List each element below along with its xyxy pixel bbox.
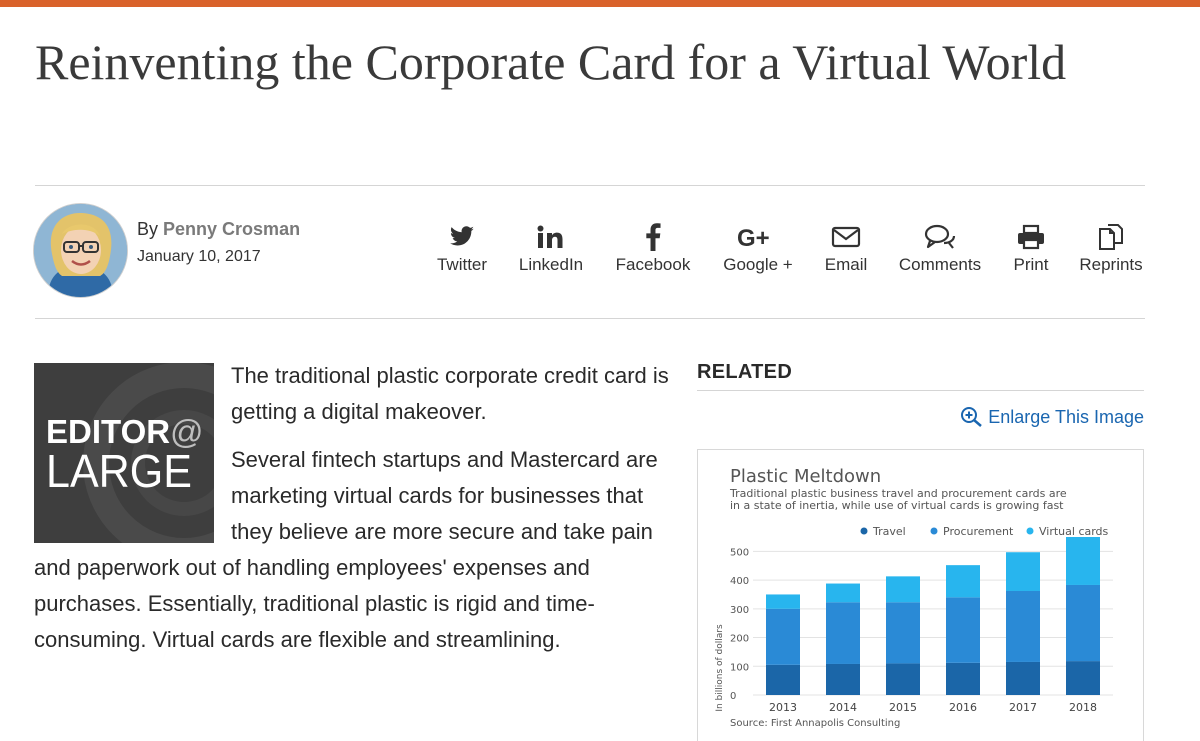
share-reprints-button[interactable]: Reprints bbox=[1074, 220, 1148, 280]
chart-source: Source: First Annapolis Consulting bbox=[730, 718, 900, 729]
y-tick-label: 0 bbox=[730, 691, 736, 702]
x-tick-label: 2013 bbox=[769, 701, 797, 714]
zoom-in-icon bbox=[961, 407, 983, 427]
related-divider bbox=[697, 390, 1144, 391]
bar-segment bbox=[886, 663, 920, 695]
bar-segment bbox=[946, 597, 980, 663]
article-body: The traditional plastic corporate credit… bbox=[34, 358, 674, 670]
bar-segment bbox=[1066, 661, 1100, 695]
share-twitter-button[interactable]: Twitter bbox=[430, 220, 494, 280]
article-title: Reinventing the Corporate Card for a Vir… bbox=[35, 34, 1067, 90]
author-link[interactable]: Penny Crosman bbox=[163, 219, 300, 239]
bar-segment bbox=[1066, 584, 1100, 662]
enlarge-image-link[interactable]: Enlarge This Image bbox=[960, 406, 1144, 428]
legend-label: Procurement bbox=[943, 525, 1014, 538]
x-tick-label: 2014 bbox=[829, 701, 857, 714]
share-google-plus-button[interactable]: G+ Google + bbox=[716, 220, 800, 280]
bar-segment bbox=[1006, 661, 1040, 695]
bar-segment bbox=[886, 602, 920, 664]
y-tick-label: 200 bbox=[730, 634, 749, 645]
top-accent-bar bbox=[0, 0, 1200, 7]
share-label: Twitter bbox=[436, 255, 488, 274]
chart-subtitle-line: in a state of inertia, while use of virt… bbox=[730, 499, 1064, 512]
print-icon bbox=[1018, 224, 1044, 250]
share-facebook-button[interactable]: Facebook bbox=[610, 220, 696, 280]
enlarge-label: Enlarge This Image bbox=[988, 406, 1144, 427]
author-avatar[interactable] bbox=[33, 203, 128, 298]
svg-text:G+: G+ bbox=[737, 225, 770, 250]
share-comments-button[interactable]: Comments bbox=[892, 220, 988, 280]
legend-marker bbox=[930, 527, 938, 535]
share-email-button[interactable]: Email bbox=[818, 220, 874, 280]
share-label: Email bbox=[824, 255, 868, 274]
twitter-icon bbox=[449, 226, 474, 246]
email-icon bbox=[831, 226, 861, 248]
google-plus-icon: G+ bbox=[737, 225, 770, 250]
legend-marker bbox=[1026, 527, 1034, 535]
legend-label: Travel bbox=[872, 525, 906, 538]
bar-segment bbox=[766, 608, 800, 665]
linkedin-icon bbox=[537, 225, 563, 248]
reprints-icon bbox=[1099, 224, 1123, 250]
publish-date: January 10, 2017 bbox=[137, 248, 261, 265]
share-label: Facebook bbox=[615, 255, 691, 274]
related-chart-image[interactable]: Plastic Meltdown Traditional plastic bus… bbox=[697, 449, 1144, 741]
bar-segment bbox=[826, 602, 860, 664]
x-tick-label: 2015 bbox=[889, 701, 917, 714]
byline: By Penny Crosman bbox=[137, 219, 300, 240]
share-print-button[interactable]: Print bbox=[1006, 220, 1056, 280]
divider-top bbox=[35, 185, 1145, 186]
x-tick-label: 2018 bbox=[1069, 701, 1097, 714]
bar-segment bbox=[766, 594, 800, 609]
legend-marker bbox=[860, 527, 868, 535]
bar-segment bbox=[946, 662, 980, 695]
stacked-bar-chart: Plastic Meltdown Traditional plastic bus… bbox=[715, 466, 1113, 729]
bar-segment bbox=[886, 576, 920, 603]
x-tick-label: 2017 bbox=[1009, 701, 1037, 714]
y-tick-label: 300 bbox=[730, 605, 749, 616]
bar-segment bbox=[946, 565, 980, 598]
share-label: LinkedIn bbox=[518, 255, 584, 274]
byline-prefix: By bbox=[137, 219, 159, 239]
legend-label: Virtual cards bbox=[1039, 525, 1109, 538]
bar-segment bbox=[1006, 591, 1040, 662]
share-label: Google + bbox=[723, 255, 793, 274]
bar-segment bbox=[1006, 552, 1040, 592]
chart-ylabel: In billions of dollars bbox=[715, 624, 725, 712]
bar-segment bbox=[1066, 537, 1100, 585]
divider-bottom bbox=[35, 318, 1145, 319]
chart-title: Plastic Meltdown bbox=[730, 466, 881, 487]
related-heading: RELATED bbox=[697, 361, 793, 383]
share-label: Comments bbox=[898, 255, 982, 274]
share-label: Reprints bbox=[1079, 255, 1143, 274]
bar-segment bbox=[826, 663, 860, 695]
comments-icon bbox=[924, 224, 956, 249]
y-tick-label: 100 bbox=[730, 662, 749, 673]
x-tick-label: 2016 bbox=[949, 701, 977, 714]
share-label: Print bbox=[1013, 255, 1049, 274]
bar-segment bbox=[826, 583, 860, 603]
bar-segment bbox=[766, 664, 800, 695]
facebook-icon bbox=[646, 223, 661, 251]
y-tick-label: 400 bbox=[730, 576, 749, 587]
y-tick-label: 500 bbox=[730, 547, 749, 558]
share-linkedin-button[interactable]: LinkedIn bbox=[512, 220, 590, 280]
